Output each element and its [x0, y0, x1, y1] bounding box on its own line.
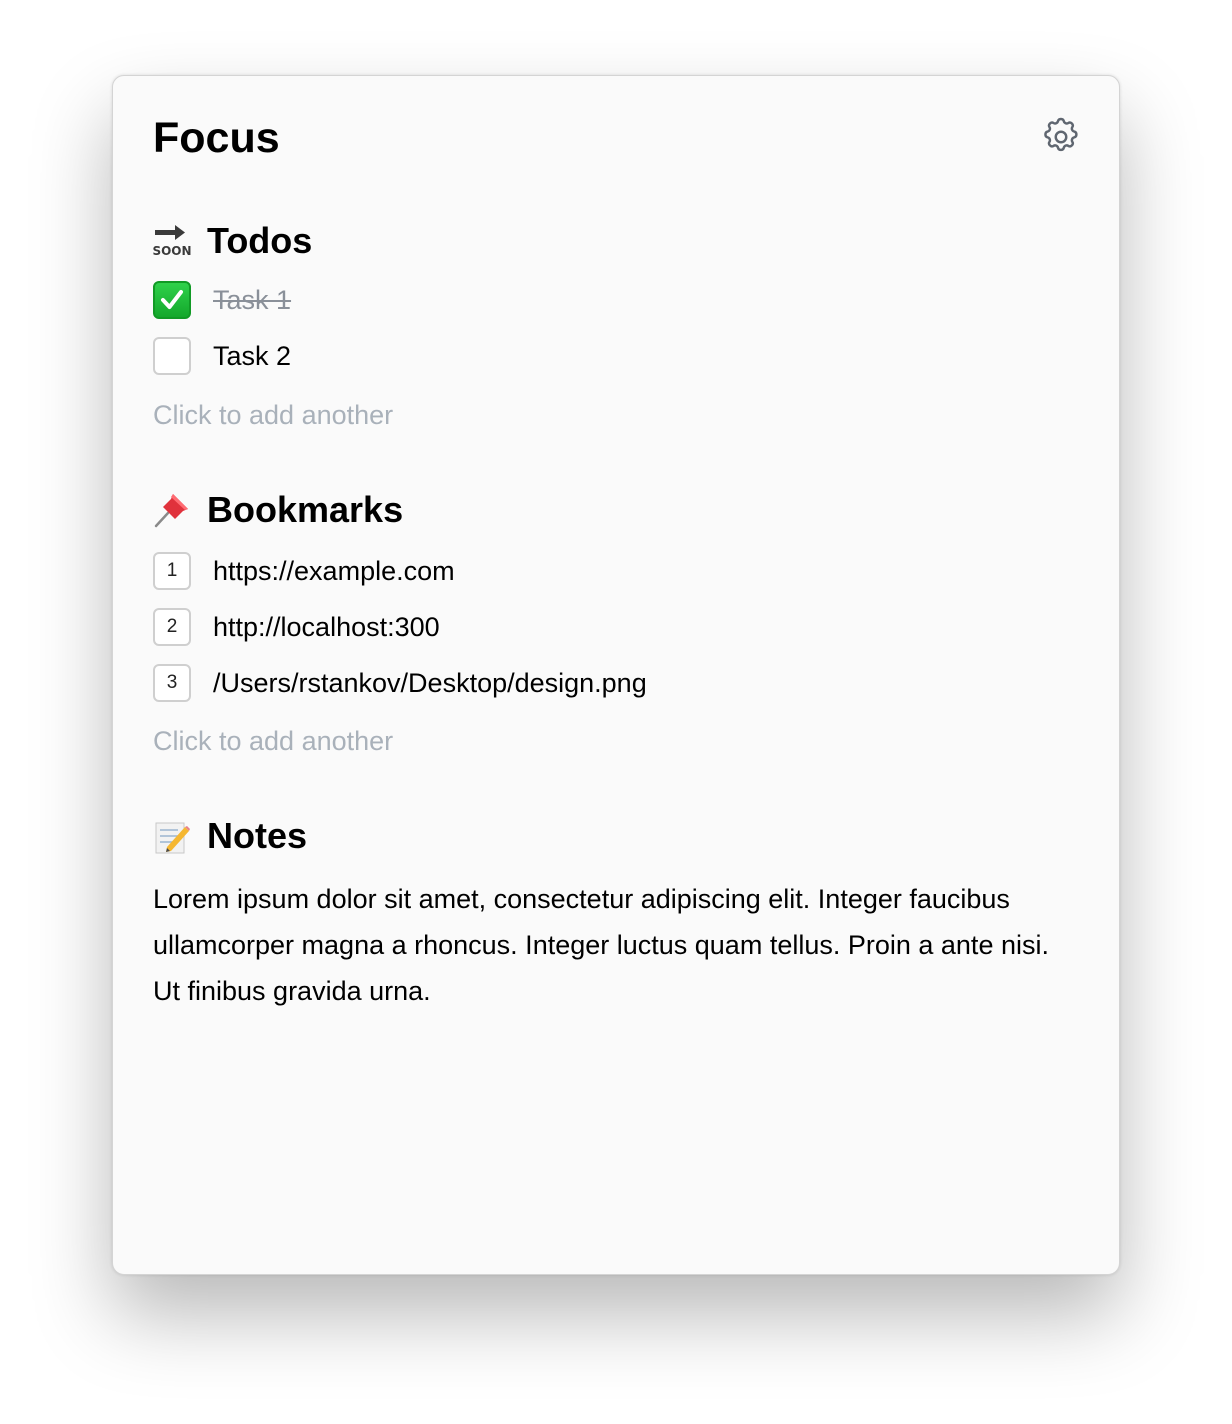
todo-checkbox[interactable]	[153, 337, 191, 375]
bookmark-number[interactable]: 3	[153, 664, 191, 702]
memo-icon	[153, 817, 191, 855]
pushpin-icon	[153, 491, 191, 529]
svg-text:SOON: SOON	[153, 244, 191, 258]
soon-arrow-icon: SOON	[152, 222, 192, 260]
todo-label[interactable]: Task 2	[213, 341, 291, 372]
bookmark-number[interactable]: 2	[153, 608, 191, 646]
add-bookmark-button[interactable]: Click to add another	[153, 726, 393, 757]
bookmark-item: 3 /Users/rstankov/Desktop/design.png	[153, 663, 647, 703]
settings-gear-icon[interactable]	[1040, 116, 1082, 158]
bookmark-url[interactable]: https://example.com	[213, 556, 455, 587]
bookmark-url[interactable]: http://localhost:300	[213, 612, 440, 643]
todos-section-header: SOON Todos	[152, 219, 313, 263]
todos-title: Todos	[207, 220, 313, 261]
bookmark-item: 1 https://example.com	[153, 551, 455, 591]
todo-label[interactable]: Task 1	[213, 285, 291, 316]
check-mark-icon	[161, 290, 183, 309]
app-title: Focus	[153, 114, 280, 162]
bookmark-item: 2 http://localhost:300	[153, 607, 440, 647]
focus-window: Focus SOON Todos Task 1 Task 2 Click to …	[112, 75, 1120, 1275]
todo-item: Task 1	[153, 280, 291, 320]
todo-item: Task 2	[153, 336, 291, 376]
add-todo-button[interactable]: Click to add another	[153, 400, 393, 431]
notes-textarea[interactable]: Lorem ipsum dolor sit amet, consectetur …	[153, 876, 1063, 1014]
bookmarks-section-header: Bookmarks	[153, 488, 403, 532]
notes-section-header: Notes	[153, 814, 307, 858]
bookmark-url[interactable]: /Users/rstankov/Desktop/design.png	[213, 668, 647, 699]
notes-title: Notes	[207, 815, 308, 856]
todo-checkbox-checked[interactable]	[153, 281, 191, 319]
bookmark-number[interactable]: 1	[153, 552, 191, 590]
bookmarks-title: Bookmarks	[207, 489, 404, 530]
